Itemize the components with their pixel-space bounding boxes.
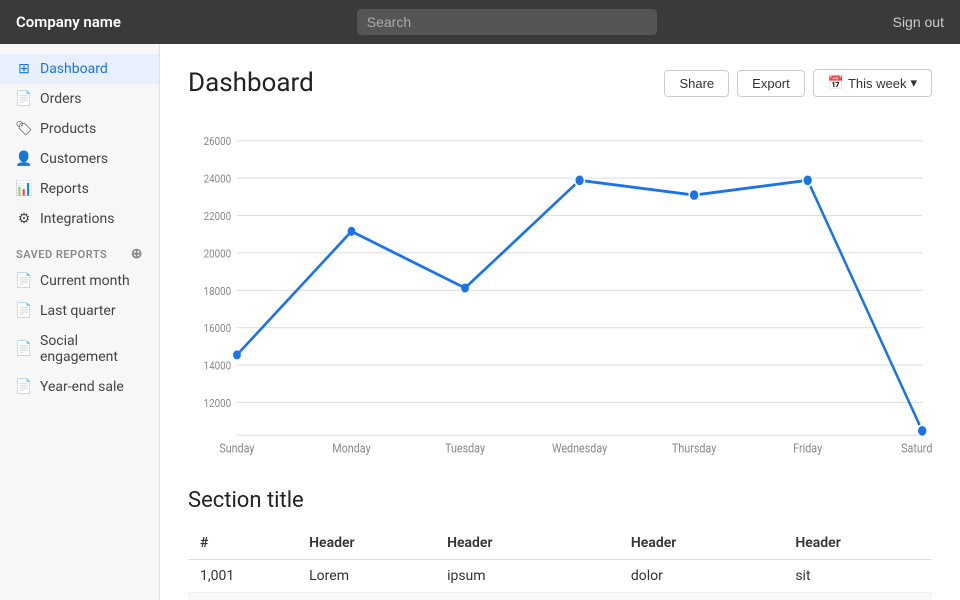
- table-col-header-3: Header: [619, 527, 783, 560]
- svg-text:18000: 18000: [204, 284, 232, 298]
- sidebar-item-integrations[interactable]: ⚙ Integrations: [0, 204, 159, 234]
- sidebar-saved-report-label: Social engagement: [40, 333, 143, 365]
- search-input[interactable]: [357, 9, 657, 35]
- chart-point-friday: [803, 175, 813, 186]
- sidebar-item-reports[interactable]: 📊 Reports: [0, 174, 159, 204]
- svg-text:Saturday: Saturday: [901, 441, 932, 456]
- doc-icon: 📄: [16, 379, 32, 395]
- chart-point-monday: [348, 227, 356, 236]
- signout-button[interactable]: Sign out: [893, 14, 944, 30]
- svg-text:16000: 16000: [204, 321, 232, 335]
- export-button[interactable]: Export: [737, 70, 805, 97]
- line-chart: 26000 24000 22000 20000 18000 16000 1400…: [188, 118, 932, 458]
- sidebar-saved-report-label: Last quarter: [40, 303, 116, 319]
- table-cell-0-1: Lorem: [297, 560, 435, 593]
- sidebar-item-label: Dashboard: [40, 61, 108, 77]
- chart-point-tuesday: [461, 283, 469, 292]
- topbar: Company name Sign out: [0, 0, 960, 44]
- sidebar-item-label: Orders: [40, 91, 82, 107]
- svg-text:26000: 26000: [204, 134, 232, 148]
- dashboard-header: Dashboard Share Export 📅 This week ▾: [188, 68, 932, 98]
- bar-chart-icon: 📊: [16, 181, 32, 197]
- sidebar-item-dashboard[interactable]: ⊞ Dashboard: [0, 54, 159, 84]
- chevron-down-icon: ▾: [910, 75, 917, 91]
- sidebar-item-label: Customers: [40, 151, 108, 167]
- person-icon: 👤: [16, 151, 32, 167]
- add-report-icon[interactable]: ⊕: [131, 246, 143, 262]
- main-content: Dashboard Share Export 📅 This week ▾: [160, 44, 960, 600]
- week-selector[interactable]: 📅 This week ▾: [813, 69, 932, 97]
- sidebar-item-social-engagement[interactable]: 📄 Social engagement: [0, 326, 159, 372]
- table-row: 1,001Loremipsumdolorsit: [188, 560, 932, 593]
- sidebar-item-label: Integrations: [40, 211, 114, 227]
- doc-icon: 📄: [16, 303, 32, 319]
- saved-reports-text: SAVED REPORTS: [16, 248, 107, 261]
- table-col-header-4: Header: [783, 527, 932, 560]
- svg-text:14000: 14000: [204, 359, 232, 373]
- calendar-icon: 📅: [828, 75, 844, 91]
- chart-point-saturday: [917, 425, 927, 436]
- svg-text:20000: 20000: [204, 247, 232, 261]
- svg-text:Thursday: Thursday: [672, 441, 717, 456]
- svg-text:Friday: Friday: [793, 441, 822, 456]
- table-cell-0-2: ipsum: [435, 560, 619, 593]
- chart-point-thursday: [689, 189, 699, 200]
- sidebar-saved-report-label: Current month: [40, 273, 130, 289]
- table-cell-1-1: amet: [297, 593, 435, 600]
- table-cell-1-2: consectetur: [435, 593, 619, 600]
- table-header-row: #HeaderHeaderHeaderHeader: [188, 527, 932, 560]
- table-cell-0-3: dolor: [619, 560, 783, 593]
- layers-icon: ⚙: [16, 211, 32, 227]
- week-label: This week: [848, 76, 907, 91]
- sidebar-item-year-end-sale[interactable]: 📄 Year-end sale: [0, 372, 159, 402]
- table-col-header-2: Header: [435, 527, 619, 560]
- sidebar-item-current-month[interactable]: 📄 Current month: [0, 266, 159, 296]
- sidebar-item-customers[interactable]: 👤 Customers: [0, 144, 159, 174]
- sidebar-item-orders[interactable]: 📄 Orders: [0, 84, 159, 114]
- table-row: 1,002ametconsecteturadipiscingelit: [188, 593, 932, 600]
- company-name: Company name: [16, 13, 121, 31]
- table-cell-1-3: adipiscing: [619, 593, 783, 600]
- page-title: Dashboard: [188, 68, 314, 98]
- sidebar-item-products[interactable]: 🏷 Products: [0, 114, 159, 144]
- sidebar-saved-report-label: Year-end sale: [40, 379, 124, 395]
- tag-icon: 🏷: [16, 121, 32, 137]
- sidebar-item-last-quarter[interactable]: 📄 Last quarter: [0, 296, 159, 326]
- sidebar: ⊞ Dashboard 📄 Orders 🏷 Products 👤 Customers 📊 Rep…: [0, 44, 160, 600]
- section-title: Section title: [188, 488, 932, 513]
- chart-point-sunday: [233, 350, 241, 359]
- table-header: #HeaderHeaderHeaderHeader: [188, 527, 932, 560]
- table-cell-0-0: 1,001: [188, 560, 297, 593]
- chart-point-wednesday: [575, 175, 585, 186]
- svg-text:Tuesday: Tuesday: [445, 441, 485, 456]
- data-table: #HeaderHeaderHeaderHeader 1,001Loremipsu…: [188, 527, 932, 600]
- doc-icon: 📄: [16, 273, 32, 289]
- chart-svg: 26000 24000 22000 20000 18000 16000 1400…: [188, 118, 932, 458]
- dashboard-actions: Share Export 📅 This week ▾: [664, 69, 932, 97]
- svg-text:12000: 12000: [204, 396, 232, 410]
- table-col-header-1: Header: [297, 527, 435, 560]
- grid-icon: ⊞: [16, 61, 32, 77]
- doc-icon: 📄: [16, 91, 32, 107]
- svg-text:Sunday: Sunday: [219, 441, 255, 456]
- saved-reports-label: SAVED REPORTS ⊕: [0, 234, 159, 266]
- sidebar-item-label: Reports: [40, 181, 89, 197]
- svg-text:24000: 24000: [204, 172, 232, 186]
- table-cell-1-4: elit: [783, 593, 932, 600]
- table-cell-0-4: sit: [783, 560, 932, 593]
- layout: ⊞ Dashboard 📄 Orders 🏷 Products 👤 Customers 📊 Rep…: [0, 44, 960, 600]
- svg-text:Wednesday: Wednesday: [552, 441, 608, 456]
- doc-icon: 📄: [16, 341, 32, 357]
- sidebar-item-label: Products: [40, 121, 96, 137]
- svg-text:22000: 22000: [204, 209, 232, 223]
- svg-text:Monday: Monday: [332, 441, 371, 456]
- share-button[interactable]: Share: [664, 70, 729, 97]
- table-cell-1-0: 1,002: [188, 593, 297, 600]
- table-body: 1,001Loremipsumdolorsit1,002ametconsecte…: [188, 560, 932, 600]
- table-col-header-0: #: [188, 527, 297, 560]
